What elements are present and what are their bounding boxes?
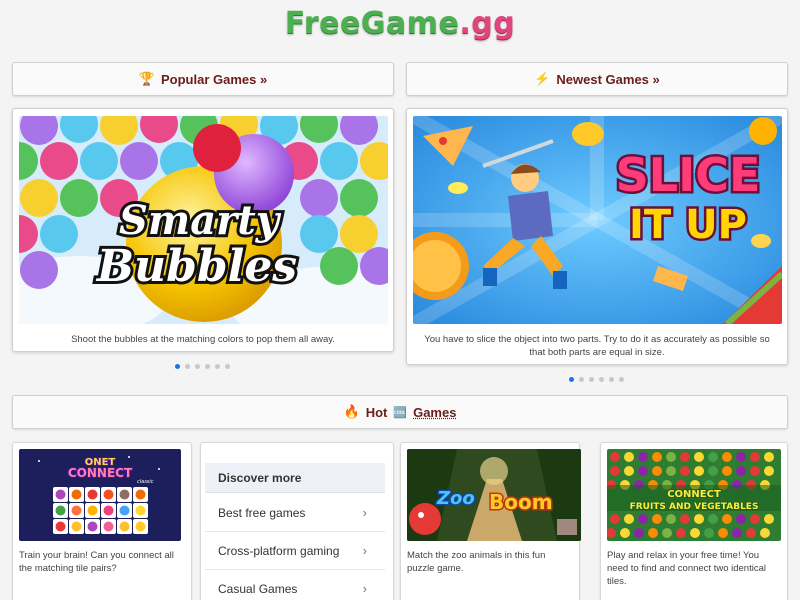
onet-connect-thumbnail[interactable]: ONET CONNECT classic — [19, 449, 181, 541]
game-card-zoo-boom[interactable]: Zoo Boom Match the zoo animals in this f… — [400, 442, 581, 600]
zoo-boom-description: Match the zoo animals in this fun puzzle… — [407, 550, 546, 574]
svg-text:CONNECT: CONNECT — [68, 466, 133, 480]
chevron-right-icon: › — [362, 543, 367, 558]
game-card-connect-fruits[interactable]: CONNECT FRUITS AND VEGETABLES Play and r… — [600, 442, 788, 600]
discover-more-panel: Discover more Best free games › Cross-pl… — [200, 442, 394, 600]
featured-card-slice-it-up[interactable]: SLICE IT UP You have to slice the object… — [406, 108, 788, 365]
discover-item-casual-games[interactable]: Casual Games › — [205, 570, 385, 600]
slice-it-up-description: You have to slice the object into two pa… — [424, 334, 770, 358]
hot-games-button[interactable]: 🔥 Hot 🆒 Games — [12, 395, 788, 429]
discover-item-cross-platform-gaming[interactable]: Cross-platform gaming › — [205, 532, 385, 570]
slice-it-up-art: SLICE IT UP — [413, 116, 782, 324]
logo-text-tld: .gg — [459, 6, 516, 41]
carousel-dot[interactable] — [579, 377, 584, 382]
slice-it-up-title-art: SLICE — [616, 148, 761, 202]
onet-connect-description: Train your brain! Can you connect all th… — [19, 550, 174, 574]
carousel-dot[interactable] — [569, 377, 574, 382]
popular-games-label: Popular Games » — [160, 71, 268, 87]
discover-item-label: Best free games — [218, 506, 306, 520]
smarty-bubbles-art: Smarty Bubbles — [19, 116, 388, 324]
discover-item-label: Cross-platform gaming — [218, 544, 340, 558]
svg-text:IT UP: IT UP — [629, 202, 747, 248]
carousel-dot[interactable] — [609, 377, 614, 382]
carousel-dot[interactable] — [175, 364, 180, 369]
carousel-dot[interactable] — [185, 364, 190, 369]
discover-item-label: Casual Games — [218, 582, 298, 596]
game-card-onet-connect[interactable]: ONET CONNECT classic Train your brain! C… — [12, 442, 192, 600]
discover-more-heading: Discover more — [205, 463, 385, 493]
popular-carousel-dots[interactable] — [175, 364, 230, 369]
zoo-boom-thumbnail[interactable]: Zoo Boom — [407, 449, 581, 541]
hot-games-label: Games — [413, 404, 457, 420]
newest-games-button[interactable]: ⚡ Newest Games » — [406, 62, 788, 96]
smarty-bubbles-description: Shoot the bubbles at the matching colors… — [71, 334, 335, 345]
carousel-dot[interactable] — [589, 377, 594, 382]
hot-label: Hot — [365, 404, 388, 420]
carousel-dot[interactable] — [225, 364, 230, 369]
onet-connect-art: ONET CONNECT classic — [19, 449, 181, 541]
carousel-dot[interactable] — [599, 377, 604, 382]
newest-games-label: Newest Games » — [556, 71, 660, 87]
discover-item-best-free-games[interactable]: Best free games › — [205, 494, 385, 532]
logo-text-main: FreeGame — [284, 6, 460, 41]
carousel-dot[interactable] — [619, 377, 624, 382]
carousel-dot[interactable] — [195, 364, 200, 369]
carousel-dot[interactable] — [215, 364, 220, 369]
featured-card-smarty-bubbles[interactable]: Smarty Bubbles Shoot the bubbles at the … — [12, 108, 394, 352]
newest-carousel-dots[interactable] — [569, 377, 624, 382]
carousel-dot[interactable] — [205, 364, 210, 369]
svg-text:Bubbles: Bubbles — [95, 241, 297, 292]
connect-fruits-description: Play and relax in your free time! You ne… — [607, 550, 766, 587]
site-logo[interactable]: FreeGame.gg — [0, 6, 800, 41]
chevron-right-icon: › — [362, 581, 367, 596]
ad-icon: 🆒 — [393, 406, 408, 419]
svg-text:classic: classic — [137, 479, 154, 485]
connect-fruits-art: CONNECT FRUITS AND VEGETABLES — [607, 449, 781, 541]
slice-it-up-thumbnail[interactable]: SLICE IT UP — [413, 116, 782, 324]
fire-icon: 🔥 — [343, 404, 360, 419]
chevron-right-icon: › — [362, 505, 367, 520]
svg-text:Boom: Boom — [489, 490, 553, 514]
svg-text:CONNECT: CONNECT — [667, 489, 721, 500]
lightning-icon: ⚡ — [534, 71, 551, 86]
smarty-bubbles-title-art: Smarty — [119, 197, 282, 244]
popular-games-button[interactable]: 🏆 Popular Games » — [12, 62, 394, 96]
connect-fruits-thumbnail[interactable]: CONNECT FRUITS AND VEGETABLES — [607, 449, 781, 541]
zoo-boom-art: Zoo Boom — [407, 449, 581, 541]
svg-text:Zoo: Zoo — [436, 488, 475, 509]
smarty-bubbles-thumbnail[interactable]: Smarty Bubbles — [19, 116, 388, 324]
svg-text:FRUITS AND VEGETABLES: FRUITS AND VEGETABLES — [630, 502, 759, 512]
trophy-icon: 🏆 — [138, 71, 155, 86]
